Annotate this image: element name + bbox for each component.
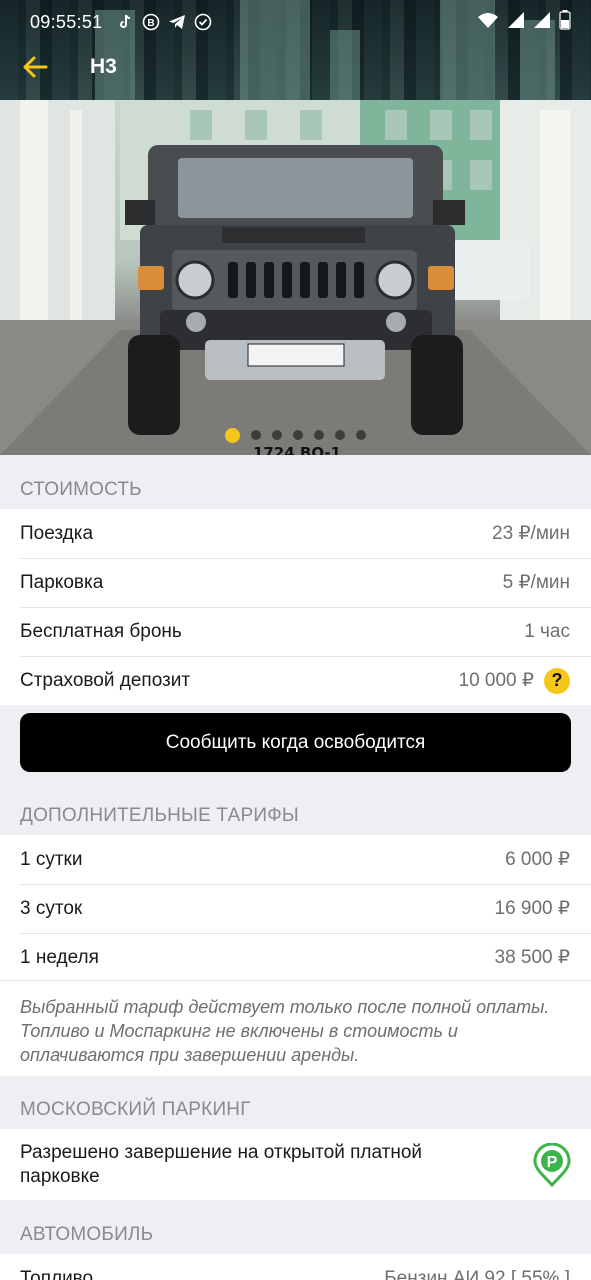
gallery-dot[interactable] [314, 430, 324, 440]
row-value: 38 500 ₽ [494, 947, 570, 968]
gallery-dot[interactable] [356, 430, 366, 440]
license-plate: 1724 BO-1 [252, 444, 342, 455]
row-label: 1 неделя [20, 946, 99, 968]
row-label: Парковка [20, 571, 104, 593]
wifi-icon [477, 11, 499, 34]
telegram-icon [168, 13, 186, 31]
row-value: 1 час [524, 620, 570, 642]
car-photo [0, 100, 591, 455]
pricing-row-deposit: Страховой депозит 10 000 ₽ ? [0, 656, 591, 705]
check-circle-icon [194, 13, 212, 31]
section-header-extra-tariffs: ДОПОЛНИТЕЛЬНЫЕ ТАРИФЫ [20, 805, 299, 826]
tariff-row[interactable]: 3 суток 16 900 ₽ [0, 884, 591, 933]
row-value: 6 000 ₽ [505, 849, 570, 870]
row-value: 16 900 ₽ [494, 898, 570, 919]
row-value: 5 ₽/мин [502, 572, 570, 593]
help-icon[interactable]: ? [544, 667, 570, 694]
svg-text:B: B [148, 18, 155, 29]
gallery-dot[interactable] [293, 430, 303, 440]
battery-icon [559, 9, 571, 35]
tiktok-icon [116, 13, 134, 31]
row-value: 23 ₽/мин [492, 523, 570, 544]
signal-icon [507, 11, 525, 34]
gallery-dot[interactable] [225, 428, 240, 443]
row-value: Бензин АИ 92 [ 55% ] [384, 1268, 570, 1280]
pricing-row-trip: Поездка 23 ₽/мин [0, 509, 591, 558]
row-label: Топливо [20, 1268, 94, 1280]
svg-text:P: P [547, 1154, 558, 1171]
vk-icon: B [142, 13, 160, 31]
pricing-list: Поездка 23 ₽/мин Парковка 5 ₽/мин Беспла… [0, 509, 591, 705]
arrow-left-icon [23, 56, 48, 78]
tariff-list: 1 сутки 6 000 ₽ 3 суток 16 900 ₽ 1 недел… [0, 835, 591, 982]
section-header-moscow-parking: МОСКОВСКИЙ ПАРКИНГ [20, 1099, 251, 1120]
moscow-parking-row: Разрешено завершение на открытой платной… [0, 1129, 591, 1200]
row-label: Поездка [20, 522, 94, 544]
row-value: 10 000 ₽ [458, 670, 534, 691]
row-label: Бесплатная бронь [20, 620, 182, 642]
page-title: H3 [90, 55, 117, 78]
notify-when-available-button[interactable]: Сообщить когда освободится [20, 713, 571, 772]
back-button[interactable] [0, 44, 70, 90]
gallery-dot[interactable] [251, 430, 261, 440]
nav-bar: H3 [0, 44, 591, 90]
parking-pin-icon: P [533, 1142, 571, 1187]
status-time: 09:55:51 [30, 11, 103, 32]
row-label: 1 сутки [20, 848, 83, 870]
tariff-row[interactable]: 1 неделя 38 500 ₽ [0, 933, 591, 982]
tariff-note: Выбранный тариф действует только после п… [0, 980, 591, 1076]
signal-2-icon [533, 11, 551, 34]
status-bar: 09:55:51 B [0, 0, 591, 44]
car-photo-gallery[interactable]: 1724 BO-1 [0, 100, 591, 455]
pricing-row-parking: Парковка 5 ₽/мин [0, 558, 591, 607]
fuel-row: Топливо Бензин АИ 92 [ 55% ] [0, 1254, 591, 1280]
row-label: 3 суток [20, 897, 83, 919]
gallery-pagination [0, 428, 591, 443]
section-header-pricing: СТОИМОСТЬ [20, 479, 142, 500]
section-header-vehicle: АВТОМОБИЛЬ [20, 1224, 154, 1245]
parking-description: Разрешено завершение на открытой платной… [20, 1141, 423, 1187]
pricing-row-free-booking: Бесплатная бронь 1 час [0, 607, 591, 656]
gallery-dot[interactable] [272, 430, 282, 440]
gallery-dot[interactable] [335, 430, 345, 440]
row-label: Страховой депозит [20, 669, 191, 691]
tariff-row[interactable]: 1 сутки 6 000 ₽ [0, 835, 591, 884]
